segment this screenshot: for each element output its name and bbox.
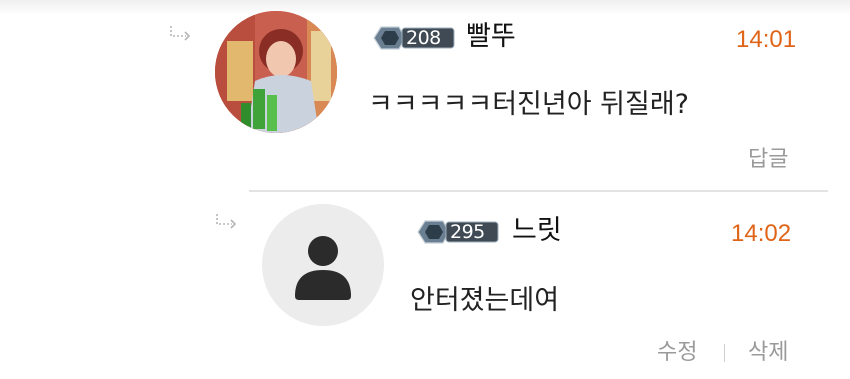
delete-button[interactable]: 삭제 (748, 339, 788, 367)
comment-time: 14:02 (731, 220, 792, 247)
comment-divider (249, 190, 828, 192)
comment-time: 14:01 (736, 26, 797, 53)
previous-item-edge (0, 0, 850, 16)
level-badge: 208 (372, 23, 456, 53)
username[interactable]: 빨뚜 (466, 21, 516, 53)
edit-button[interactable]: 수정 (657, 339, 697, 367)
reply-indent-arrow-icon (216, 214, 237, 229)
reply-button[interactable]: 답글 (748, 146, 788, 174)
level-number: 208 (406, 27, 441, 49)
user-avatar-photo[interactable] (215, 11, 337, 133)
level-number: 295 (450, 221, 485, 243)
comment-text: 안터졌는데여 (410, 285, 560, 316)
default-avatar-icon[interactable] (262, 204, 384, 326)
username[interactable]: 느릿 (512, 215, 562, 247)
reply-indent-arrow-icon (170, 26, 191, 41)
action-separator (724, 344, 725, 362)
comment-text: ㅋㅋㅋㅋㅋ터진년아 뒤질래? (368, 89, 689, 120)
level-badge: 295 (416, 217, 500, 247)
